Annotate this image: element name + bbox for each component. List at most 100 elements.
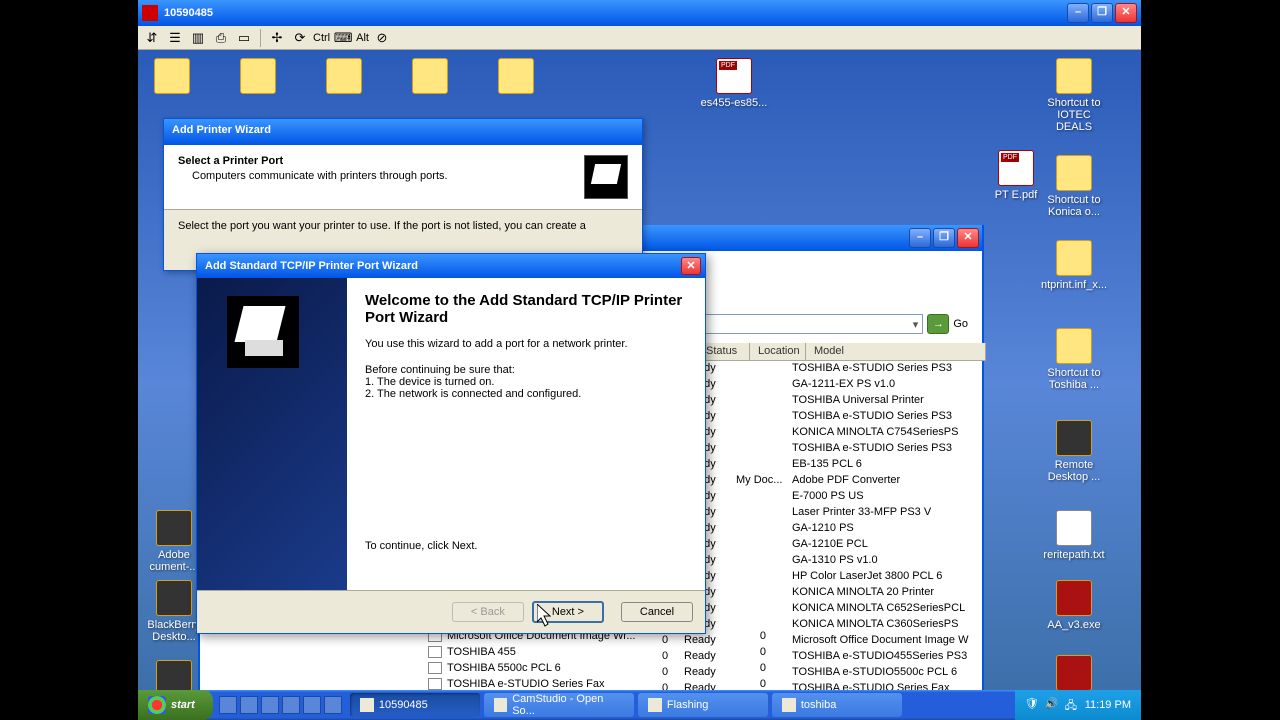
ql-icon[interactable]: [282, 696, 300, 714]
taskbar-item[interactable]: 10590485: [350, 693, 480, 717]
printer-port-icon: [227, 296, 299, 368]
start-button[interactable]: start: [138, 690, 213, 720]
cancel-button[interactable]: Cancel: [621, 602, 693, 622]
alt-key-toggle[interactable]: Alt: [356, 32, 369, 44]
close-button[interactable]: ✕: [1115, 3, 1137, 23]
folder-icon[interactable]: [492, 58, 540, 97]
taskbar-item[interactable]: CamStudio - Open So...: [484, 693, 634, 717]
printer-row[interactable]: 0ReadyKONICA MINOLTA 20 Printer: [654, 585, 1127, 601]
printer-row[interactable]: 0ReadyKONICA MINOLTA C754SeriesPS: [654, 425, 1127, 441]
printer-row[interactable]: 0ReadyTOSHIBA e-STUDIO Series PS3: [654, 361, 1127, 377]
explorer-close-button[interactable]: ✕: [957, 228, 979, 248]
icon-label: Shortcut to IOTEC DEALS: [1038, 97, 1110, 133]
tcpip-continue: To continue, click Next.: [365, 540, 687, 552]
taskbar[interactable]: start 10590485CamStudio - Open So...Flas…: [138, 690, 1141, 720]
apw-subheading: Computers communicate with printers thro…: [192, 170, 584, 182]
column-location[interactable]: Location: [750, 343, 806, 360]
tcpip-heading: Welcome to the Add Standard TCP/IP Print…: [365, 292, 687, 326]
tcpip-item2: 2. The network is connected and configur…: [365, 388, 687, 400]
printer-row[interactable]: 0ReadyTOSHIBA e-STUDIO Series PS3: [654, 409, 1127, 425]
printer-row[interactable]: 0ReadyGA-1210E PCL: [654, 537, 1127, 553]
toolbar-icon[interactable]: ▥: [188, 28, 208, 48]
task-icon: [360, 698, 374, 712]
printer-row[interactable]: 0ReadyLaser Printer 33-MFP PS3 V: [654, 505, 1127, 521]
printer-row[interactable]: TOSHIBA 5500c PCL 60: [428, 660, 778, 676]
printer-row[interactable]: 0ReadyKONICA MINOLTA C652SeriesPCL: [654, 601, 1127, 617]
maximize-button[interactable]: ❐: [1091, 3, 1113, 23]
apw-heading: Select a Printer Port: [178, 155, 584, 167]
task-icon: [494, 698, 507, 712]
quick-launch: [213, 696, 348, 714]
desktop-icon[interactable]: Shortcut to IOTEC DEALS: [1038, 58, 1110, 133]
icon-label: Shortcut to Konica o...: [1038, 194, 1110, 218]
task-icon: [782, 698, 796, 712]
printer-icon: [428, 678, 442, 690]
ctrl-key-toggle[interactable]: Ctrl: [313, 32, 330, 44]
go-label: Go: [953, 318, 968, 330]
desktop-icon[interactable]: es455-es85...: [698, 58, 770, 109]
system-tray[interactable]: 🛡 🔊 🖧 11:19 PM: [1015, 690, 1141, 720]
tcpip-before-label: Before continuing be sure that:: [365, 364, 687, 376]
desktop-icon[interactable]: Shortcut to Konica o...: [1038, 155, 1110, 218]
clock[interactable]: 11:19 PM: [1085, 699, 1131, 711]
next-button[interactable]: Next >: [532, 601, 604, 623]
vnc-titlebar[interactable]: 10590485 – ❐ ✕: [138, 0, 1141, 26]
tcpip-wizard-window[interactable]: Add Standard TCP/IP Printer Port Wizard …: [196, 253, 706, 634]
printer-row[interactable]: 0ReadyE-7000 PS US: [654, 489, 1127, 505]
task-icon: [648, 698, 662, 712]
ql-icon[interactable]: [240, 696, 258, 714]
remote-session-window: 10590485 – ❐ ✕ ⇵ ☰ ▥ ⎙ ▭ ✢ ⟳ Ctrl ⌨ Alt …: [138, 0, 1141, 720]
taskbar-item[interactable]: toshiba: [772, 693, 902, 717]
printer-row[interactable]: 0ReadyGA-1210 PS: [654, 521, 1127, 537]
ql-icon[interactable]: [324, 696, 342, 714]
taskbar-item[interactable]: Flashing: [638, 693, 768, 717]
folder-icon[interactable]: [148, 58, 196, 97]
toolbar-icon[interactable]: ⌨: [333, 28, 353, 48]
minimize-button[interactable]: –: [1067, 3, 1089, 23]
icon-label: ntprint.inf_x...: [1038, 279, 1110, 291]
printer-row[interactable]: 0ReadyTOSHIBA Universal Printer: [654, 393, 1127, 409]
ql-icon[interactable]: [303, 696, 321, 714]
tray-icon[interactable]: 🔊: [1045, 697, 1061, 713]
ql-icon[interactable]: [219, 696, 237, 714]
printer-row[interactable]: 0ReadyTOSHIBA e-STUDIO Series PS3: [654, 441, 1127, 457]
apw-body-text: Select the port you want your printer to…: [178, 220, 628, 232]
tcpip-item1: 1. The device is turned on.: [365, 376, 687, 388]
column-model[interactable]: Model: [806, 343, 986, 360]
go-button[interactable]: →: [927, 314, 949, 334]
toolbar-icon[interactable]: ⟳: [290, 28, 310, 48]
explorer-minimize-button[interactable]: –: [909, 228, 931, 248]
folder-icon[interactable]: [234, 58, 282, 97]
printer-row[interactable]: 0ReadyEB-135 PCL 6: [654, 457, 1127, 473]
folder-icon[interactable]: [320, 58, 368, 97]
toolbar-icon[interactable]: ▭: [234, 28, 254, 48]
toolbar-icon[interactable]: ⎙: [211, 28, 231, 48]
toolbar-icon[interactable]: ✢: [267, 28, 287, 48]
vnc-app-icon: [142, 5, 158, 21]
vnc-toolbar: ⇵ ☰ ▥ ⎙ ▭ ✢ ⟳ Ctrl ⌨ Alt ⊘: [138, 26, 1141, 50]
tray-icon[interactable]: 🛡: [1025, 697, 1041, 713]
printer-row[interactable]: 0ReadyMy Doc...Adobe PDF Converter: [654, 473, 1127, 489]
tcpip-title[interactable]: Add Standard TCP/IP Printer Port Wizard: [201, 260, 681, 272]
printer-row[interactable]: 0ReadyGA-1211-EX PS v1.0: [654, 377, 1127, 393]
add-printer-wizard-window[interactable]: Add Printer Wizard Select a Printer Port…: [163, 118, 643, 271]
apw-title[interactable]: Add Printer Wizard: [164, 119, 642, 145]
tcpip-intro: You use this wizard to add a port for a …: [365, 338, 687, 350]
printer-list-left: Microsoft Office Document Image Wr...0TO…: [428, 628, 778, 692]
tcpip-close-button[interactable]: ✕: [681, 257, 701, 275]
wizard-sidebar: [197, 278, 347, 590]
printer-icon: [584, 155, 628, 199]
toolbar-icon[interactable]: ⇵: [142, 28, 162, 48]
toolbar-icon[interactable]: ☰: [165, 28, 185, 48]
desktop-icon[interactable]: ntprint.inf_x...: [1038, 240, 1110, 291]
tray-icon[interactable]: 🖧: [1065, 697, 1081, 713]
remote-desktop[interactable]: es455-es85...Shortcut to IOTEC DEALSPT E…: [138, 50, 1141, 720]
folder-icon[interactable]: [406, 58, 454, 97]
explorer-maximize-button[interactable]: ❐: [933, 228, 955, 248]
toolbar-icon[interactable]: ⊘: [372, 28, 392, 48]
printer-row[interactable]: 0ReadyGA-1310 PS v1.0: [654, 553, 1127, 569]
printer-row[interactable]: 0ReadyHP Color LaserJet 3800 PCL 6: [654, 569, 1127, 585]
printer-row[interactable]: TOSHIBA 4550: [428, 644, 778, 660]
icon-label: es455-es85...: [698, 97, 770, 109]
ql-icon[interactable]: [261, 696, 279, 714]
